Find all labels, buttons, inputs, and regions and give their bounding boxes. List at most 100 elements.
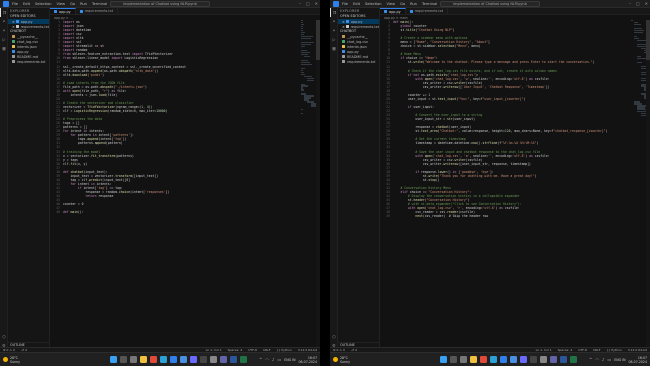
edge-icon[interactable] (160, 356, 167, 363)
language-indicator[interactable]: ENG IN (614, 358, 625, 362)
minimap[interactable] (301, 20, 320, 352)
chrome-icon[interactable] (480, 356, 487, 363)
file-explorer-icon[interactable] (470, 356, 477, 363)
search-icon[interactable] (120, 356, 127, 363)
close-icon[interactable]: × (342, 25, 345, 29)
mail-icon[interactable] (510, 356, 517, 363)
run-debug-icon[interactable]: ▷ (330, 35, 338, 44)
menu-item-run[interactable]: Run (410, 2, 417, 6)
code-text: return response (85, 194, 114, 199)
excel-icon[interactable] (570, 356, 577, 363)
minimize-icon[interactable]: – (629, 1, 631, 6)
extensions-icon[interactable]: ▦ (330, 44, 338, 53)
terminal-icon[interactable] (200, 356, 207, 363)
menu-item-terminal[interactable]: Terminal (422, 2, 437, 6)
editor-tabs: app.py requirements.txt (380, 8, 650, 15)
search-icon[interactable] (450, 356, 457, 363)
maximize-icon[interactable]: □ (636, 1, 640, 6)
menu-item-view[interactable]: View (57, 2, 66, 6)
close-icon[interactable]: ✕ (315, 1, 318, 6)
window-title: implementation of Chatbot using NLP.ipyn… (453, 2, 527, 6)
menu-item-go[interactable]: Go (70, 2, 75, 6)
source-control-icon[interactable]: ⑂ (0, 26, 8, 35)
menu-item-file[interactable]: File (12, 2, 18, 6)
tab-app-py[interactable]: app.py (380, 8, 406, 14)
menu-item-view[interactable]: View (387, 2, 396, 6)
windows-start-icon[interactable] (440, 356, 447, 363)
mail-icon[interactable] (180, 356, 187, 363)
store-icon[interactable] (190, 356, 197, 363)
maximize-icon[interactable]: □ (306, 1, 310, 6)
task-view-icon[interactable] (460, 356, 467, 363)
explorer-icon[interactable]: ❐ (330, 8, 338, 17)
minimap[interactable] (631, 20, 650, 352)
clock[interactable]: 16:07 08-07-2024 (298, 356, 317, 364)
code-line: 48 def main(): (50, 210, 320, 214)
menu-item-run[interactable]: Run (80, 2, 87, 6)
menu-item-terminal[interactable]: Terminal (92, 2, 107, 6)
word-icon[interactable] (230, 356, 237, 363)
close-icon[interactable]: ✕ (645, 1, 648, 6)
settings-icon[interactable] (540, 356, 547, 363)
account-icon[interactable]: ◯ (0, 332, 8, 341)
command-center-search[interactable]: implementation of Chatbot using NLP.ipyn… (110, 1, 210, 7)
battery-icon[interactable]: ▭ (607, 357, 611, 362)
code-text: csv_writer.writerow(['User Input', 'Chat… (422, 84, 550, 89)
battery-icon[interactable]: ▭ (277, 357, 281, 362)
wifi-icon[interactable]: ◠ (265, 357, 269, 362)
command-center-search[interactable]: implementation of Chatbot using NLP.ipyn… (440, 1, 540, 7)
code-editor[interactable]: 1 def main(): 2 global counter 3 st.title("… (380, 20, 650, 352)
scrollbar-thumb[interactable] (646, 20, 650, 60)
menu-item-go[interactable]: Go (400, 2, 405, 6)
menu-item-edit[interactable]: Edit (353, 2, 360, 6)
weather-widget[interactable]: 28°C Sunny (0, 356, 70, 364)
volume-icon[interactable]: ♪ (272, 357, 275, 362)
settings-icon[interactable] (210, 356, 217, 363)
chevron-up-icon[interactable]: ^ (589, 357, 592, 362)
terminal-icon[interactable] (530, 356, 537, 363)
tab-label: requirements.txt (84, 9, 114, 13)
file-tree-item[interactable]: requirements.txt (8, 59, 49, 64)
tab-requirements-txt[interactable]: requirements.txt (76, 8, 119, 14)
vertical-scrollbar[interactable] (646, 20, 650, 352)
store-icon[interactable] (520, 356, 527, 363)
volume-icon[interactable]: ♪ (602, 357, 605, 362)
code-editor[interactable]: 1 import os 2 import json 3 import datetime 4 i… (50, 20, 320, 352)
search-icon[interactable]: ⌕ (0, 17, 8, 26)
vscode-icon[interactable] (500, 356, 507, 363)
menu-item-file[interactable]: File (342, 2, 348, 6)
account-icon[interactable]: ◯ (330, 332, 338, 341)
open-editor-label: requirements.txt (20, 24, 49, 29)
close-icon[interactable]: × (12, 25, 15, 29)
wifi-icon[interactable]: ◠ (595, 357, 599, 362)
tab-app-py[interactable]: app.py (50, 8, 76, 14)
teams-icon[interactable] (550, 356, 557, 363)
chrome-icon[interactable] (150, 356, 157, 363)
tab-requirements-txt[interactable]: requirements.txt (406, 8, 449, 14)
edge-icon[interactable] (490, 356, 497, 363)
close-icon[interactable]: × (12, 20, 15, 24)
clock[interactable]: 16:07 08-07-2024 (628, 356, 647, 364)
menu-item-edit[interactable]: Edit (23, 2, 30, 6)
word-icon[interactable] (560, 356, 567, 363)
task-view-icon[interactable] (130, 356, 137, 363)
menu-item-selection[interactable]: Selection (35, 2, 52, 6)
file-tree-item[interactable]: requirements.txt (338, 59, 379, 64)
menu-item-selection[interactable]: Selection (365, 2, 382, 6)
weather-widget[interactable]: 28°C Sunny (330, 356, 400, 364)
open-editor-label: app.py (20, 19, 33, 24)
run-debug-icon[interactable]: ▷ (0, 35, 8, 44)
search-icon[interactable]: ⌕ (330, 17, 338, 26)
excel-icon[interactable] (240, 356, 247, 363)
extensions-icon[interactable]: ▦ (0, 44, 8, 53)
windows-start-icon[interactable] (110, 356, 117, 363)
close-icon[interactable]: × (342, 20, 345, 24)
vscode-icon[interactable] (170, 356, 177, 363)
explorer-icon[interactable]: ❐ (0, 8, 8, 17)
minimize-icon[interactable]: – (299, 1, 301, 6)
teams-icon[interactable] (220, 356, 227, 363)
source-control-icon[interactable]: ⑂ (330, 26, 338, 35)
language-indicator[interactable]: ENG IN (284, 358, 295, 362)
chevron-up-icon[interactable]: ^ (259, 357, 262, 362)
file-explorer-icon[interactable] (140, 356, 147, 363)
